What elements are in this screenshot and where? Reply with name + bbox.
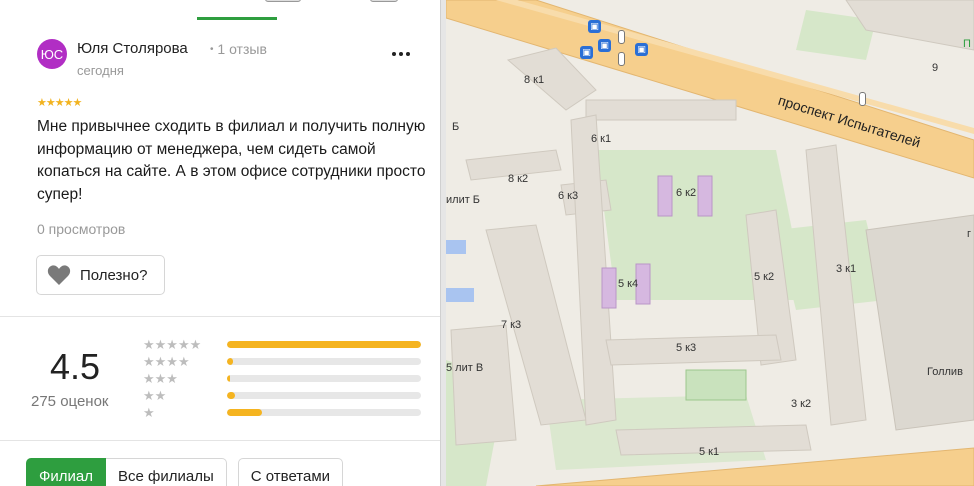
review-filters: Филиал Все филиалы С ответами [26, 458, 344, 486]
review-text: Мне привычнее сходить в филиал и получит… [37, 118, 426, 203]
avatar-initials: ЮС [40, 46, 64, 62]
building-label[interactable]: 7 к3 [501, 319, 521, 331]
heart-icon [47, 265, 71, 285]
building-label[interactable]: 5 к3 [676, 342, 696, 354]
separator-dot: • [210, 44, 214, 55]
review-panel: ЮС Юля Столярова • 1 отзыв сегодня ★★★★★… [0, 0, 446, 486]
row-stars: ★ [143, 405, 155, 420]
map-view[interactable]: проспект Испытателей ▣ ▣ ▣ ▣ 8 к1 6 к1 8… [446, 0, 974, 486]
helpful-button[interactable]: Полезно? [36, 255, 165, 295]
building-label[interactable]: 6 к2 [676, 187, 696, 199]
bus-stop-icon[interactable]: ▣ [598, 39, 611, 52]
building-label[interactable]: 5 к4 [618, 278, 638, 290]
traffic-light-icon [618, 52, 625, 66]
distribution-bar [227, 358, 421, 365]
bus-stop-icon[interactable]: ▣ [580, 46, 593, 59]
distribution-row-3[interactable]: ★★★ [143, 370, 423, 387]
building-label[interactable]: 6 к3 [558, 190, 578, 202]
more-dots-icon[interactable] [387, 44, 415, 64]
bus-stop-icon[interactable]: ▣ [588, 20, 601, 33]
bus-stop-icon[interactable]: ▣ [635, 43, 648, 56]
helpful-label: Полезно? [80, 266, 148, 284]
building-label[interactable]: 6 к1 [591, 133, 611, 145]
distribution-fill [227, 392, 235, 399]
row-stars: ★★ [143, 388, 167, 403]
distribution-fill [227, 409, 262, 416]
distribution-fill [227, 375, 230, 382]
traffic-light-icon [618, 30, 625, 44]
review-views: 0 просмотров [37, 221, 126, 237]
building-label[interactable]: 3 к1 [836, 263, 856, 275]
distribution-row-4[interactable]: ★★★★ [143, 353, 423, 370]
divider [0, 316, 440, 317]
tab-bar [0, 0, 440, 22]
avatar[interactable]: ЮС [37, 39, 67, 69]
building-label[interactable]: 9 [932, 62, 938, 74]
distribution-bar [227, 375, 421, 382]
active-tab-indicator [197, 17, 277, 20]
filter-all-branches[interactable]: Все филиалы [106, 458, 227, 486]
review-date: сегодня [77, 63, 124, 78]
poi-label[interactable]: П [963, 38, 971, 50]
distribution-fill [227, 341, 421, 348]
rating-value: 4.5 [50, 346, 101, 387]
tab-chip[interactable] [265, 0, 301, 2]
distribution-bar [227, 392, 421, 399]
divider [0, 440, 440, 441]
rating-count: 275 оценок [31, 393, 109, 410]
author-name[interactable]: Юля Столярова [77, 40, 188, 57]
reviews-count-text: 1 отзыв [217, 41, 267, 57]
traffic-light-icon [859, 92, 866, 106]
building-label[interactable]: илит Б [446, 194, 480, 206]
building-label[interactable]: 8 к1 [524, 74, 544, 86]
building-label[interactable]: 5 к2 [754, 271, 774, 283]
distribution-row-5[interactable]: ★★★★★ [143, 336, 423, 353]
rating-distribution: ★★★★★ ★★★★ ★★★ ★★ ★ [143, 336, 423, 421]
row-stars: ★★★ [143, 371, 178, 386]
author-reviews-count: • 1 отзыв [210, 41, 267, 57]
distribution-fill [227, 358, 233, 365]
distribution-bar [227, 409, 421, 416]
distribution-row-2[interactable]: ★★ [143, 387, 423, 404]
poi-label[interactable]: г [967, 228, 971, 240]
building-label[interactable]: 3 к2 [791, 398, 811, 410]
filter-branch[interactable]: Филиал [26, 458, 107, 486]
row-stars: ★★★★ [143, 354, 190, 369]
row-stars: ★★★★★ [143, 337, 202, 352]
poi-label[interactable]: Голлив [927, 366, 963, 378]
tab-chip[interactable] [370, 0, 398, 2]
map-canvas [446, 0, 974, 486]
filter-with-replies[interactable]: С ответами [237, 458, 344, 486]
building-label[interactable]: 5 лит В [446, 362, 483, 374]
distribution-row-1[interactable]: ★ [143, 404, 423, 421]
building-label[interactable]: Б [452, 121, 459, 133]
building-label[interactable]: 8 к2 [508, 173, 528, 185]
distribution-bar [227, 341, 421, 348]
building-label[interactable]: 5 к1 [699, 446, 719, 458]
review-stars: ★★★★★ [37, 97, 82, 109]
